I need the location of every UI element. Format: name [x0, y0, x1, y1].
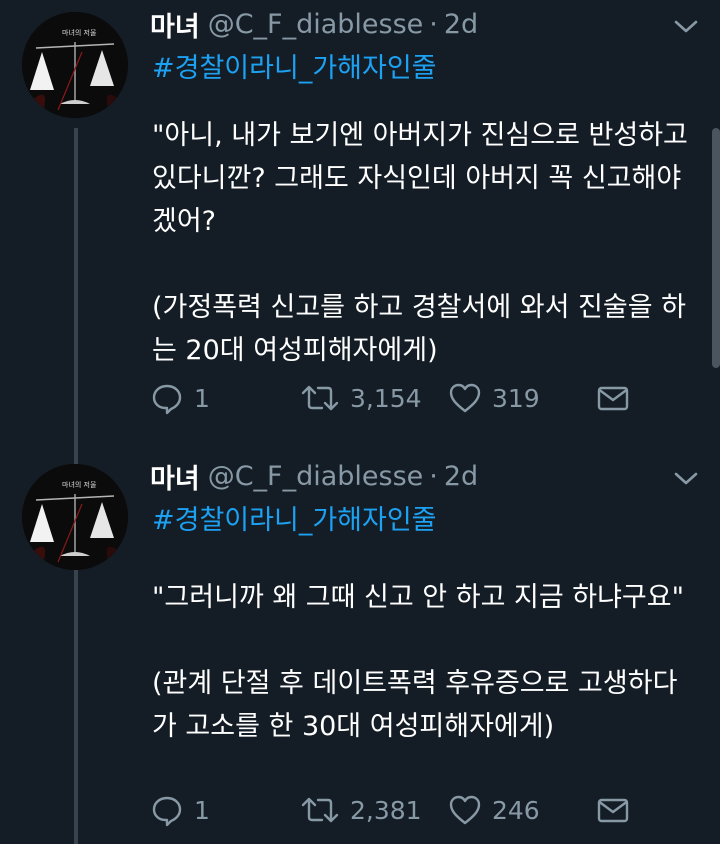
- avatar-logo-text: 마녀의 저울: [62, 480, 97, 489]
- tweet-paragraph: "그러니까 왜 그때 신고 안 하고 지금 하냐구요": [152, 582, 685, 613]
- scale-logo-image: 마녀의 저울: [22, 12, 128, 118]
- tweet-header: 마녀 @C_F_diablesse · 2d: [150, 4, 478, 44]
- tweet-text: "그러니까 왜 그때 신고 안 하고 지금 하냐구요" (관계 단절 후 데이트…: [152, 576, 697, 748]
- tweet-actions: 1 2,381 246: [150, 790, 650, 830]
- tweet-actions: 1 3,154 319: [150, 378, 650, 418]
- like-button[interactable]: 246: [448, 790, 540, 830]
- tweet-paragraph: (가정폭력 신고를 하고 경찰서에 와서 진술을 하는 20대 여성피해자에게): [152, 292, 686, 366]
- retweet-icon: [301, 385, 339, 411]
- envelope-icon: [597, 798, 629, 823]
- direct-message-button[interactable]: [596, 378, 630, 418]
- tweet-paragraph: (관계 단절 후 데이트폭력 후유증으로 고생하다가 고소를 한 30대 여성피…: [152, 668, 678, 742]
- reply-icon: [152, 384, 182, 415]
- avatar-logo-text: 마녀의 저울: [62, 28, 97, 37]
- like-count: 246: [492, 795, 540, 825]
- envelope-icon: [597, 386, 629, 411]
- reply-count: 1: [194, 383, 210, 413]
- like-button[interactable]: 319: [448, 378, 540, 418]
- display-name[interactable]: 마녀: [150, 457, 200, 496]
- tweet-header: 마녀 @C_F_diablesse · 2d: [150, 456, 478, 496]
- heart-icon: [449, 383, 481, 413]
- user-handle[interactable]: @C_F_diablesse: [208, 461, 424, 492]
- hashtag-link[interactable]: #경찰이라니_가해자인줄: [152, 498, 437, 537]
- reply-button[interactable]: 1: [150, 378, 210, 418]
- tweet-text: "아니, 내가 보기엔 아버지가 진심으로 반성하고 있다니깐? 그래도 자식인…: [152, 114, 697, 372]
- scale-logo-image: 마녀의 저울: [22, 464, 128, 570]
- reply-icon: [152, 796, 182, 827]
- chevron-down-icon[interactable]: [670, 10, 702, 42]
- chevron-down-icon[interactable]: [670, 462, 702, 494]
- user-handle[interactable]: @C_F_diablesse: [208, 9, 424, 40]
- display-name[interactable]: 마녀: [150, 5, 200, 44]
- hashtag-link[interactable]: #경찰이라니_가해자인줄: [152, 46, 437, 85]
- avatar[interactable]: 마녀의 저울: [22, 464, 128, 570]
- direct-message-button[interactable]: [596, 790, 630, 830]
- timestamp[interactable]: 2d: [444, 9, 478, 40]
- retweet-button[interactable]: 2,381: [300, 790, 422, 830]
- scrollbar[interactable]: [712, 128, 720, 368]
- heart-icon: [449, 795, 481, 825]
- avatar[interactable]: 마녀의 저울: [22, 12, 128, 118]
- like-count: 319: [492, 383, 540, 413]
- separator-dot: ·: [429, 460, 438, 492]
- separator-dot: ·: [429, 8, 438, 40]
- retweet-count: 2,381: [350, 795, 422, 825]
- timestamp[interactable]: 2d: [444, 461, 478, 492]
- reply-button[interactable]: 1: [150, 790, 210, 830]
- reply-count: 1: [194, 795, 210, 825]
- retweet-icon: [301, 797, 339, 823]
- tweet-paragraph: "아니, 내가 보기엔 아버지가 진심으로 반성하고 있다니깐? 그래도 자식인…: [152, 120, 688, 237]
- retweet-count: 3,154: [350, 383, 422, 413]
- retweet-button[interactable]: 3,154: [300, 378, 422, 418]
